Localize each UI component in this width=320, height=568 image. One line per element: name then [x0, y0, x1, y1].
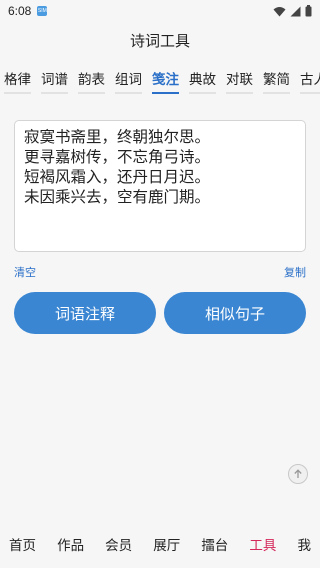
nav-home[interactable]: 首页 — [9, 534, 36, 562]
action-buttons: 词语注释 相似句子 — [14, 292, 306, 334]
battery-icon — [305, 5, 312, 17]
tab-bar: 格律 词谱 韵表 组词 笺注 典故 对联 繁简 古人 — [0, 64, 320, 94]
poem-line: 未因乘兴去，空有鹿门期。 — [24, 188, 211, 206]
nav-tools[interactable]: 工具 — [249, 534, 276, 562]
nav-arena[interactable]: 擂台 — [201, 534, 228, 562]
word-annotation-button[interactable]: 词语注释 — [14, 292, 156, 334]
similar-sentence-button[interactable]: 相似句子 — [164, 292, 306, 334]
nav-member[interactable]: 会员 — [105, 534, 132, 562]
sim-icon: SIM — [37, 6, 48, 16]
status-bar: 6:08 SIM — [0, 0, 320, 22]
arrow-up-icon — [294, 469, 302, 478]
tab-fanjian[interactable]: 繁简 — [259, 64, 294, 94]
tab-jianzhu[interactable]: 笺注 — [148, 64, 183, 94]
bottom-nav: 首页 作品 会员 展厅 擂台 工具 我 — [0, 534, 320, 562]
tab-zuci[interactable]: 组词 — [111, 64, 146, 94]
wifi-icon — [273, 6, 286, 16]
tab-yunbiao[interactable]: 韵表 — [74, 64, 109, 94]
tab-gelu[interactable]: 格律 — [0, 64, 35, 94]
nav-me[interactable]: 我 — [297, 534, 311, 562]
poem-line: 短褐风霜入，还丹日月迟。 — [24, 168, 211, 186]
nav-gallery[interactable]: 展厅 — [153, 534, 180, 562]
poem-input[interactable]: 寂寞书斋里，终朝独尔思。 更寻嘉树传，不忘角弓诗。 短褐风霜入，还丹日月迟。 未… — [14, 120, 306, 252]
text-actions: 清空 复制 — [14, 264, 306, 280]
tab-diangu[interactable]: 典故 — [185, 64, 220, 94]
poem-line: 更寻嘉树传，不忘角弓诗。 — [24, 148, 211, 166]
clear-link[interactable]: 清空 — [14, 264, 36, 280]
poem-line: 寂寞书斋里，终朝独尔思。 — [24, 128, 211, 146]
tab-cipu[interactable]: 词谱 — [37, 64, 72, 94]
copy-link[interactable]: 复制 — [284, 264, 306, 280]
signal-icon — [290, 6, 301, 16]
tab-duilian[interactable]: 对联 — [222, 64, 257, 94]
page-title: 诗词工具 — [129, 32, 190, 50]
nav-works[interactable]: 作品 — [57, 534, 84, 562]
status-time: 6:08 — [8, 4, 32, 18]
status-icons — [273, 5, 312, 17]
scroll-to-top-button[interactable] — [288, 464, 308, 484]
tab-guren[interactable]: 古人 — [296, 64, 320, 94]
